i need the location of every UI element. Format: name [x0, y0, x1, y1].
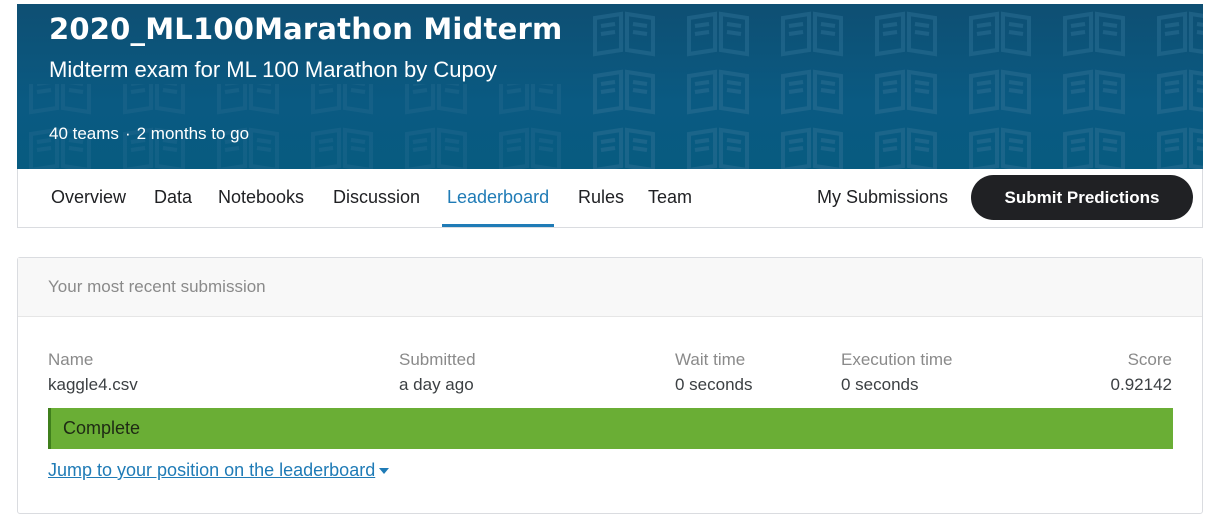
name-column: Name kaggle4.csv	[48, 350, 138, 395]
team-count: 40 teams	[49, 124, 119, 143]
tab-overview[interactable]: Overview	[51, 169, 126, 227]
score-label: Score	[1127, 350, 1172, 369]
score-column: Score 0.92142	[1111, 350, 1172, 395]
execution-time-column: Execution time 0 seconds	[841, 350, 953, 395]
jump-link-label: Jump to your position on the leaderboard	[48, 460, 376, 480]
caret-down-icon	[379, 468, 390, 475]
tab-team[interactable]: Team	[648, 169, 692, 227]
submitted-label: Submitted	[399, 350, 476, 369]
submitted-value: a day ago	[399, 375, 474, 394]
status-complete-bar: Complete	[48, 408, 1173, 449]
meta-separator: ·	[124, 124, 131, 143]
name-label: Name	[48, 350, 94, 369]
submit-predictions-button[interactable]: Submit Predictions	[971, 175, 1193, 220]
competition-banner: 2020_ML100Marathon Midterm Midterm exam …	[17, 4, 1203, 169]
jump-to-leaderboard-link[interactable]: Jump to your position on the leaderboard	[48, 460, 390, 481]
execution-time-value: 0 seconds	[841, 375, 919, 394]
tab-notebooks[interactable]: Notebooks	[218, 169, 304, 227]
tab-leaderboard[interactable]: Leaderboard	[442, 169, 555, 227]
competition-title: 2020_ML100Marathon Midterm	[49, 12, 563, 46]
wait-time-label: Wait time	[675, 350, 746, 369]
my-submissions-link[interactable]: My Submissions	[817, 169, 948, 227]
submitted-column: Submitted a day ago	[399, 350, 476, 395]
wait-time-column: Wait time 0 seconds	[675, 350, 753, 395]
card-header: Your most recent submission	[18, 258, 1202, 317]
competition-page: 2020_ML100Marathon Midterm Midterm exam …	[0, 0, 1226, 518]
competition-nav: Overview Data Notebooks Discussion Leade…	[17, 169, 1203, 228]
competition-meta: 40 teams · 2 months to go	[49, 124, 249, 144]
score-value: 0.92142	[1110, 375, 1172, 394]
file-name: kaggle4.csv	[48, 375, 138, 394]
execution-time-label: Execution time	[841, 350, 953, 369]
tab-data[interactable]: Data	[154, 169, 192, 227]
tab-discussion[interactable]: Discussion	[333, 169, 420, 227]
tab-rules[interactable]: Rules	[578, 169, 624, 227]
wait-time-value: 0 seconds	[675, 375, 753, 394]
time-remaining: 2 months to go	[136, 124, 250, 143]
competition-subtitle: Midterm exam for ML 100 Marathon by Cupo…	[49, 57, 497, 82]
recent-submission-card: Your most recent submission Name kaggle4…	[17, 257, 1203, 514]
